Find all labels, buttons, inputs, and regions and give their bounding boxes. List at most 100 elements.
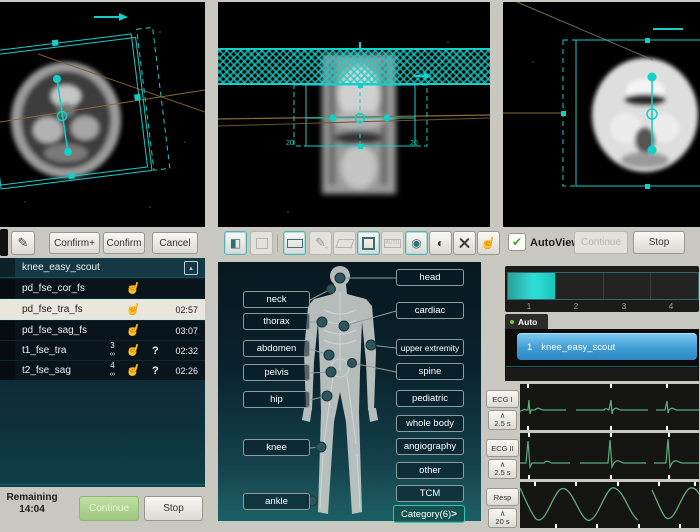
timeline-tick: 4 xyxy=(665,301,677,311)
timeline-bar[interactable] xyxy=(507,272,699,300)
drag-hand-icon xyxy=(126,363,141,377)
queue-row-scout[interactable]: knee_easy_scout xyxy=(0,258,205,278)
queue-row-selected[interactable]: pd_fse_tra_fs 02:57 xyxy=(0,299,205,320)
graphics-overlay-axial[interactable] xyxy=(0,2,205,227)
queue-row[interactable]: t2_fse_sag 4 ? 02:26 xyxy=(0,361,205,380)
slice-group-button[interactable] xyxy=(283,231,306,255)
layout-toggle-button[interactable] xyxy=(224,231,247,255)
region-ankle[interactable]: ankle xyxy=(243,493,310,510)
region-cardiac[interactable]: cardiac xyxy=(396,302,464,319)
link-badge: 4 xyxy=(110,362,115,379)
cancel-button[interactable]: Cancel xyxy=(152,232,198,254)
scan-duration: 02:26 xyxy=(175,366,198,376)
fisheye-icon xyxy=(411,236,421,250)
region-pelvis[interactable]: pelvis xyxy=(243,364,310,381)
resp-waveform xyxy=(520,482,699,528)
check-icon xyxy=(512,233,522,251)
remaining-time: 14:04 xyxy=(0,504,64,516)
resp-label-button[interactable]: Resp xyxy=(486,488,519,506)
queue-row[interactable]: pd_fse_cor_fs xyxy=(0,279,205,298)
add-band-button[interactable]: + xyxy=(333,231,356,255)
ecg2-scale-value: 2.5 s xyxy=(494,469,510,477)
scan-duration: 03:07 xyxy=(175,326,198,336)
stack-handles-2 xyxy=(561,38,650,189)
queue-row[interactable]: pd_fse_sag_fs 03:07 xyxy=(0,321,205,340)
region-other[interactable]: other xyxy=(396,462,464,479)
timeline-divider xyxy=(650,273,651,299)
wrench-icon xyxy=(458,237,471,250)
sequence-queue: knee_easy_scout pd_fse_cor_fs pd_fse_tra… xyxy=(0,258,205,487)
square-icon xyxy=(362,237,375,250)
sequence-name: pd_fse_tra_fs xyxy=(22,304,83,315)
timeline-divider xyxy=(603,273,604,299)
row-gutter xyxy=(0,279,15,298)
windowing-button[interactable] xyxy=(429,231,452,255)
split-view-icon xyxy=(230,236,241,250)
ecg2-scale-button[interactable]: 2.5 s xyxy=(488,459,517,479)
queue-empty-strip xyxy=(506,368,698,381)
auto-tab[interactable]: Auto xyxy=(505,314,548,329)
sequence-bar-name: knee_easy_scout xyxy=(541,342,615,353)
plus-glyph: + xyxy=(325,245,329,252)
region-knee[interactable]: knee xyxy=(243,439,310,456)
flat-slab-icon xyxy=(287,239,303,248)
region-neck[interactable]: neck xyxy=(243,291,310,308)
region-head[interactable]: head xyxy=(396,269,464,286)
scan-view-axial-right[interactable] xyxy=(503,2,700,227)
center-measure-handle-2 xyxy=(647,73,657,155)
active-sequence-bar[interactable]: 1 knee_easy_scout xyxy=(517,333,697,360)
chain-icon xyxy=(110,370,115,379)
ecg1-scale-button[interactable]: 2.5 s xyxy=(488,410,517,430)
category-button[interactable]: Category(6) xyxy=(393,505,465,523)
sequence-index: 1 xyxy=(527,342,532,353)
queue-progress-line xyxy=(0,484,205,485)
autoview-stop-button[interactable]: Stop xyxy=(633,231,685,254)
pencil-icon xyxy=(18,235,29,251)
exam-continue-button[interactable]: Continue xyxy=(79,496,139,521)
ecg1-label-button[interactable]: ECG I xyxy=(486,390,519,408)
timeline-divider xyxy=(555,273,556,299)
tools-button[interactable] xyxy=(453,231,476,255)
region-hip[interactable]: hip xyxy=(243,391,310,408)
slice-count-right: 20 xyxy=(410,140,418,147)
auto-position-button[interactable]: AUTO xyxy=(381,231,404,255)
region-angiography[interactable]: angiography xyxy=(396,438,464,455)
physio-row-resp: Resp 20 s xyxy=(484,482,699,528)
ecg1-waveform xyxy=(520,384,699,430)
edit-button[interactable] xyxy=(11,231,35,255)
timeline-tick: 2 xyxy=(570,301,582,311)
scan-view-coronal[interactable]: 20 20 xyxy=(218,2,490,227)
region-spine[interactable]: spine xyxy=(396,363,464,380)
layout-alt-button[interactable] xyxy=(250,231,273,255)
add-slice-button[interactable]: + xyxy=(309,231,332,255)
autoview-continue-button[interactable]: Continue xyxy=(574,231,628,254)
region-whole-body[interactable]: whole body xyxy=(396,415,464,432)
graphics-overlay-coronal[interactable] xyxy=(218,2,490,227)
region-upper-extremity[interactable]: upper extremity xyxy=(396,339,464,356)
sequence-name: pd_fse_sag_fs xyxy=(22,325,87,336)
resp-scale-value: 20 s xyxy=(495,518,509,526)
measurement-timeline: 1 2 3 4 xyxy=(505,266,699,312)
autoview-checkbox[interactable] xyxy=(508,233,526,251)
queue-row[interactable]: t1_fse_tra 3 ? 02:32 xyxy=(0,341,205,360)
pan-button[interactable] xyxy=(477,231,500,255)
graphics-overlay-axial-2[interactable] xyxy=(503,2,700,227)
drag-hand-icon xyxy=(126,281,141,295)
region-pediatric[interactable]: pediatric xyxy=(396,390,464,407)
region-tcm[interactable]: TCM xyxy=(396,485,464,502)
scan-duration: 02:57 xyxy=(175,305,198,315)
resp-scale-button[interactable]: 20 s xyxy=(488,508,517,528)
region-abdomen[interactable]: abdomen xyxy=(243,340,310,357)
fov-button[interactable] xyxy=(357,231,380,255)
scout-display-icon[interactable] xyxy=(184,261,198,275)
exam-stop-button[interactable]: Stop xyxy=(144,496,203,521)
pending-question-mark: ? xyxy=(152,365,159,377)
confirm-button[interactable]: Confirm xyxy=(103,232,145,254)
confirm-plus-button[interactable]: Confirm+ xyxy=(49,232,100,254)
region-thorax[interactable]: thorax xyxy=(243,313,310,330)
contrast-icon xyxy=(437,236,444,250)
scan-view-axial-left[interactable] xyxy=(0,2,205,227)
ecg2-label-button[interactable]: ECG II xyxy=(486,439,519,457)
filter-button[interactable] xyxy=(405,231,428,255)
auto-box-icon: AUTO xyxy=(384,239,402,248)
